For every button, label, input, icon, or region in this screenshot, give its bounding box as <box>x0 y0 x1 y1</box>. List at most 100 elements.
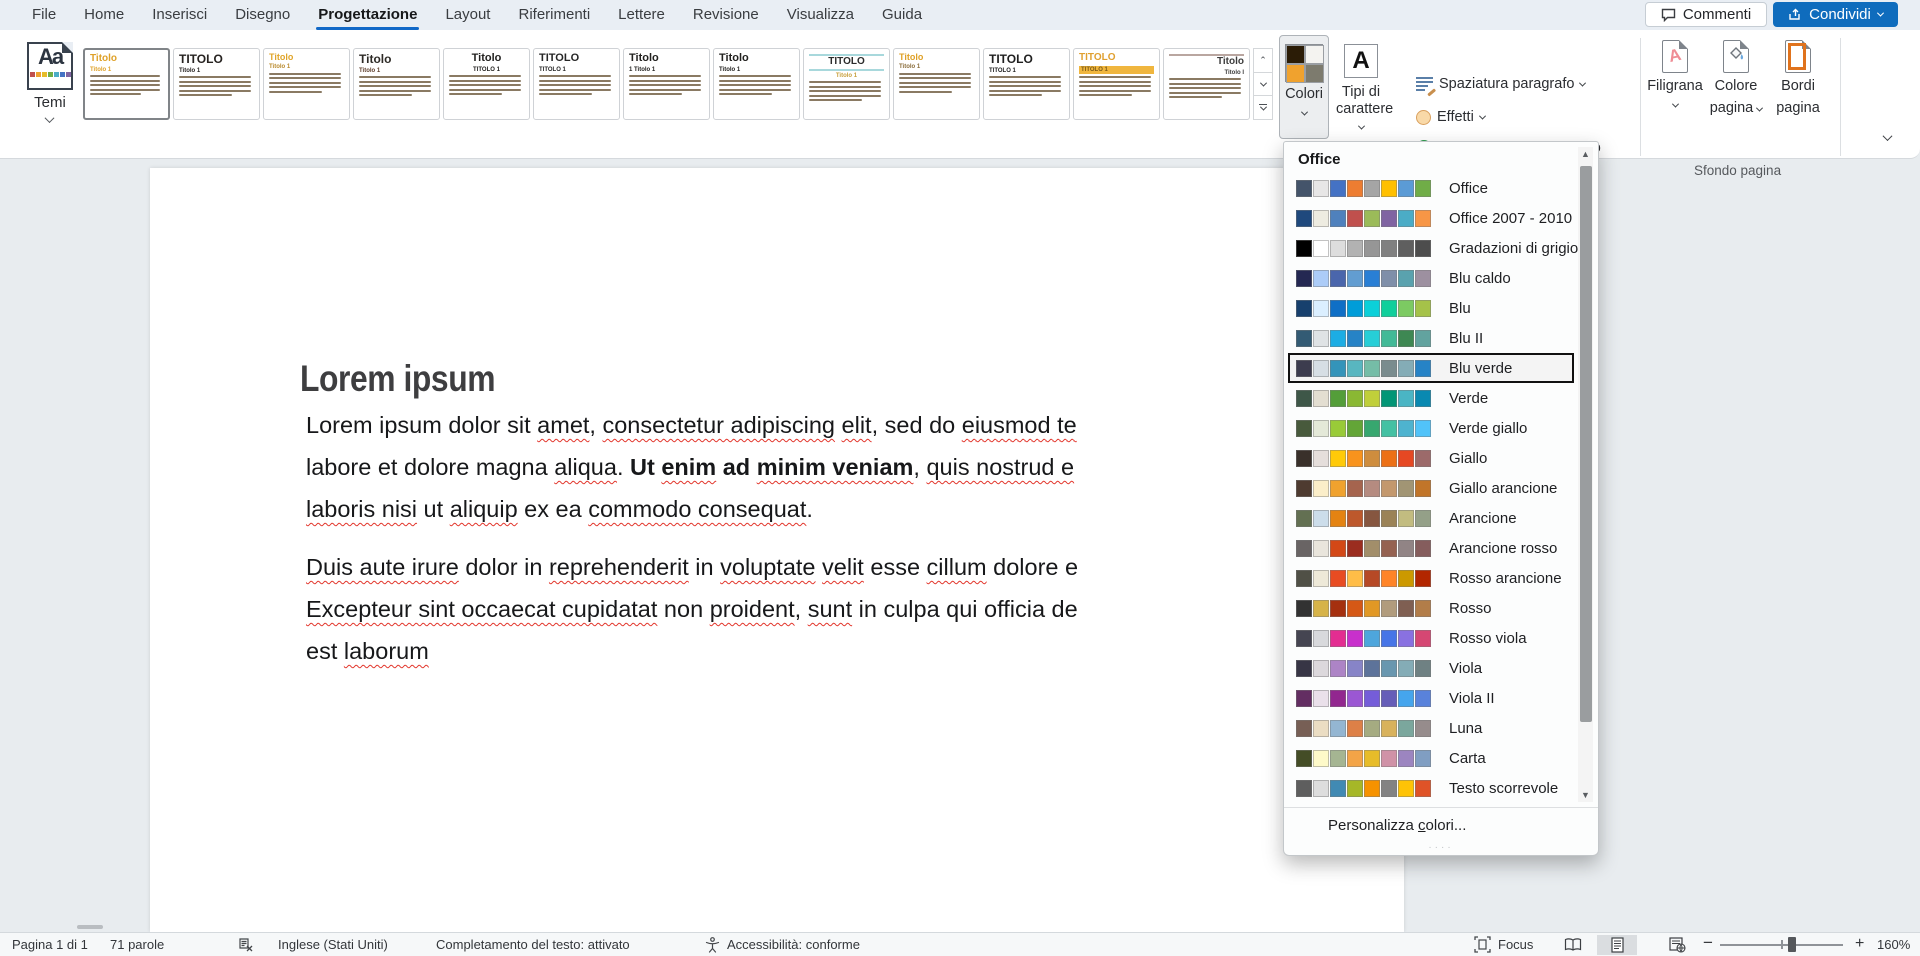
page-borders-button[interactable]: Bordi pagina <box>1762 40 1834 117</box>
menu-separator <box>1284 807 1598 808</box>
color-scheme-swatches <box>1296 420 1431 437</box>
comments-button[interactable]: Commenti <box>1645 2 1767 27</box>
color-scheme-blu[interactable]: Blu <box>1288 293 1574 323</box>
style-set-thumbnail-7[interactable]: Titolo1 Titolo 1 <box>623 48 710 120</box>
menu-tab-progettazione[interactable]: Progettazione <box>304 0 431 30</box>
menu-tab-home[interactable]: Home <box>70 0 138 30</box>
gallery-more-button[interactable] <box>1253 96 1273 120</box>
page-color-icon <box>1723 40 1749 73</box>
color-scheme-arancione[interactable]: Arancione <box>1288 503 1574 533</box>
color-scheme-gradazioni-di-grigio[interactable]: Gradazioni di grigio <box>1288 233 1574 263</box>
zoom-percentage[interactable]: 160% <box>1877 933 1910 956</box>
style-set-thumbnail-3[interactable]: TitoloTitolo 1 <box>263 48 350 120</box>
color-scheme-rosso[interactable]: Rosso <box>1288 593 1574 623</box>
style-set-thumbnail-11[interactable]: TITOLOTITOLO 1 <box>983 48 1070 120</box>
style-set-thumbnail-9[interactable]: TITOLOTitolo 1 <box>803 48 890 120</box>
menu-tab-guida[interactable]: Guida <box>868 0 936 30</box>
color-scheme-viola[interactable]: Viola <box>1288 653 1574 683</box>
effects-button[interactable]: Effetti <box>1416 109 1485 125</box>
color-scheme-luna[interactable]: Luna <box>1288 713 1574 743</box>
thumbnail-title: Titolo <box>269 53 344 62</box>
color-scheme-blu-ii[interactable]: Blu II <box>1288 323 1574 353</box>
color-scheme-viola-ii[interactable]: Viola II <box>1288 683 1574 713</box>
ribbon-tab-strip: FileHomeInserisciDisegnoProgettazioneLay… <box>18 0 936 30</box>
accessibility-status[interactable]: Accessibilità: conforme <box>727 933 860 956</box>
color-scheme-name: Office <box>1449 180 1488 197</box>
color-scheme-verde-giallo[interactable]: Verde giallo <box>1288 413 1574 443</box>
color-scheme-name: Verde <box>1449 390 1488 407</box>
color-scheme-name: Viola <box>1449 660 1482 677</box>
color-scheme-blu-caldo[interactable]: Blu caldo <box>1288 263 1574 293</box>
language-status[interactable]: Inglese (Stati Uniti) <box>278 933 388 956</box>
collapse-ribbon-chevron-icon[interactable] <box>1883 131 1893 141</box>
color-scheme-name: Giallo <box>1449 450 1487 467</box>
color-scheme-office-2007-2010[interactable]: Office 2007 - 2010 <box>1288 203 1574 233</box>
fonts-button[interactable]: A Tipi di carattere <box>1336 35 1386 135</box>
menu-tab-revisione[interactable]: Revisione <box>679 0 773 30</box>
customize-colors-menu-item[interactable]: Personalizza colori... <box>1328 817 1466 834</box>
color-scheme-arancione-rosso[interactable]: Arancione rosso <box>1288 533 1574 563</box>
resize-grip[interactable]: ···· <box>1284 842 1598 853</box>
text-completion-status[interactable]: Completamento del testo: attivato <box>436 933 630 956</box>
zoom-in-button[interactable]: + <box>1855 932 1864 955</box>
read-mode-button[interactable] <box>1553 935 1593 955</box>
style-set-thumbnail-12[interactable]: TITOLOTITOLO 1 <box>1073 48 1160 120</box>
share-button[interactable]: Condividi <box>1773 2 1898 27</box>
page-count-status[interactable]: Pagina 1 di 1 <box>12 933 88 956</box>
effects-chevron-icon <box>1479 112 1486 119</box>
color-scheme-testo-scorrevole[interactable]: Testo scorrevole <box>1288 773 1574 803</box>
color-scheme-swatches <box>1296 360 1431 377</box>
menu-tab-disegno[interactable]: Disegno <box>221 0 304 30</box>
color-scheme-swatches <box>1296 210 1431 227</box>
share-dropdown-chevron-icon[interactable] <box>1877 10 1884 17</box>
style-set-thumbnail-5[interactable]: TitoloTITOLO 1 <box>443 48 530 120</box>
gallery-scroll-down-button[interactable] <box>1253 73 1273 97</box>
color-scheme-name: Giallo arancione <box>1449 480 1557 497</box>
color-scheme-blu-verde[interactable]: Blu verde <box>1288 353 1574 383</box>
themes-button[interactable]: Aa Temi <box>22 38 78 150</box>
color-scheme-rosso-arancione[interactable]: Rosso arancione <box>1288 563 1574 593</box>
color-scheme-carta[interactable]: Carta <box>1288 743 1574 773</box>
proofing-icon[interactable] <box>238 937 254 956</box>
dropdown-scrollbar[interactable]: ▲ ▼ <box>1578 147 1593 802</box>
color-scheme-giallo-arancione[interactable]: Giallo arancione <box>1288 473 1574 503</box>
status-bar: Pagina 1 di 1 71 parole Inglese (Stati U… <box>0 932 1920 956</box>
accessibility-icon[interactable] <box>704 936 721 956</box>
horizontal-scrollbar[interactable] <box>77 925 103 929</box>
zoom-out-button[interactable]: − <box>1703 931 1713 954</box>
style-set-thumbnail-6[interactable]: TITOLOTITOLO 1 <box>533 48 620 120</box>
menu-tab-file[interactable]: File <box>18 0 70 30</box>
color-scheme-giallo[interactable]: Giallo <box>1288 443 1574 473</box>
menu-tab-inserisci[interactable]: Inserisci <box>138 0 221 30</box>
style-set-thumbnail-10[interactable]: TitoloTitolo 1 <box>893 48 980 120</box>
word-count-status[interactable]: 71 parole <box>110 933 164 956</box>
focus-button[interactable]: Focus <box>1498 933 1533 956</box>
thumbnail-subtitle: TITOLO 1 <box>1079 66 1154 74</box>
web-layout-button[interactable] <box>1657 935 1697 955</box>
style-set-thumbnail-2[interactable]: TITOLOTitolo 1 <box>173 48 260 120</box>
color-scheme-verde[interactable]: Verde <box>1288 383 1574 413</box>
style-set-thumbnail-1[interactable]: TitoloTitolo 1 <box>83 48 170 120</box>
menu-tab-visualizza[interactable]: Visualizza <box>773 0 868 30</box>
focus-icon[interactable] <box>1474 936 1491 956</box>
style-set-thumbnail-8[interactable]: TitoloTitolo 1 <box>713 48 800 120</box>
thumbnail-title: Titolo <box>899 53 974 62</box>
zoom-slider-thumb[interactable] <box>1788 937 1796 952</box>
menu-tab-riferimenti[interactable]: Riferimenti <box>504 0 604 30</box>
print-layout-button[interactable] <box>1597 935 1637 955</box>
menu-tab-layout[interactable]: Layout <box>431 0 504 30</box>
colors-button[interactable]: Colori <box>1279 35 1329 139</box>
style-set-thumbnail-13[interactable]: TitoloTitolo I <box>1163 48 1250 120</box>
menu-tab-lettere[interactable]: Lettere <box>604 0 679 30</box>
paragraph-spacing-button[interactable]: Spaziatura paragrafo <box>1416 76 1585 92</box>
scroll-up-arrow-icon[interactable]: ▲ <box>1578 147 1593 161</box>
color-scheme-name: Blu caldo <box>1449 270 1511 287</box>
color-scheme-name: Luna <box>1449 720 1482 737</box>
scrollbar-thumb[interactable] <box>1580 166 1592 722</box>
gallery-scroll-up-button[interactable]: ⌃ <box>1253 48 1273 73</box>
color-scheme-rosso-viola[interactable]: Rosso viola <box>1288 623 1574 653</box>
scroll-down-arrow-icon[interactable]: ▼ <box>1578 788 1593 802</box>
watermark-icon: A <box>1662 40 1688 73</box>
style-set-thumbnail-4[interactable]: TitoloTitolo 1 <box>353 48 440 120</box>
color-scheme-office[interactable]: Office <box>1288 173 1574 203</box>
